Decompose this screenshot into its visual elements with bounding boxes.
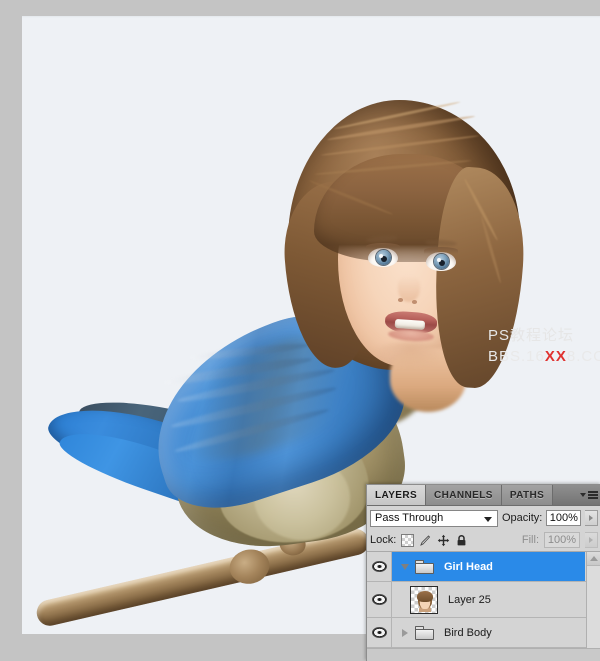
- table-row[interactable]: Layer 25: [367, 582, 600, 618]
- eye-icon: [371, 594, 387, 605]
- artwork-wing-shading: [161, 317, 383, 475]
- lock-all-icon[interactable]: [455, 534, 468, 547]
- watermark-highlight: XX: [544, 348, 567, 365]
- folder-icon: [415, 559, 434, 574]
- layer-visibility-toggle[interactable]: [367, 618, 392, 647]
- lock-image-pixels-icon[interactable]: [419, 534, 432, 547]
- lock-position-icon[interactable]: [437, 534, 450, 547]
- fill-label: Fill:: [521, 534, 539, 546]
- artwork-bird-tail: [41, 392, 261, 508]
- lock-transparent-pixels-icon[interactable]: [401, 533, 415, 547]
- table-row[interactable]: Bird Body: [367, 618, 600, 648]
- triangle-down-icon: [400, 563, 409, 570]
- layer-visibility-toggle[interactable]: [367, 582, 392, 617]
- eye-icon: [371, 627, 387, 638]
- artwork-bird-tail-dark: [76, 392, 250, 458]
- panel-tab-strip: LAYERS CHANNELS PATHS: [367, 485, 600, 506]
- layer-name: Bird Body: [444, 626, 492, 639]
- triangle-up-icon: [590, 556, 598, 561]
- hamburger-icon: [588, 491, 598, 499]
- artwork-bird-tail-secondary: [54, 418, 246, 520]
- folder-icon: [415, 625, 434, 640]
- watermark-suffix: 8.COM: [566, 348, 600, 365]
- opacity-input[interactable]: 100%: [546, 510, 582, 526]
- artwork-bird-neck: [322, 316, 432, 426]
- triangle-right-icon: [401, 628, 408, 637]
- tab-channels[interactable]: CHANNELS: [426, 485, 502, 505]
- triangle-right-icon: [589, 515, 594, 521]
- scroll-up-button[interactable]: [587, 552, 600, 566]
- watermark-prefix: BBS.16: [488, 348, 545, 365]
- artwork-bird-belly: [254, 456, 350, 540]
- panel-footer: [367, 648, 600, 661]
- watermark-line-2: BBS.16XX8.COM: [488, 346, 600, 368]
- fill-input[interactable]: 100%: [544, 532, 580, 548]
- table-row[interactable]: Girl Head: [367, 552, 600, 582]
- blend-mode-select[interactable]: Pass Through: [370, 509, 498, 527]
- artwork-girl-head: [279, 98, 530, 412]
- layer-thumbnail[interactable]: [410, 585, 438, 614]
- triangle-right-icon: [589, 537, 593, 543]
- layers-panel[interactable]: LAYERS CHANNELS PATHS Pass Through Opaci…: [366, 484, 600, 661]
- artwork-bird-breast: [212, 412, 374, 550]
- scrollbar-track[interactable]: [587, 566, 600, 648]
- opacity-label: Opacity:: [502, 512, 543, 524]
- eye-icon: [371, 561, 387, 572]
- artwork-branch: [25, 488, 383, 634]
- watermark-line-1: PS教程论坛: [488, 327, 575, 344]
- layer-visibility-toggle[interactable]: [367, 552, 392, 581]
- fill-slider-button[interactable]: [585, 532, 598, 548]
- lock-label: Lock:: [370, 534, 397, 546]
- layer-name: Layer 25: [448, 593, 491, 606]
- screenshot-root: PS教程论坛 BBS.16XX8.COM LAYERS CHANNELS PAT…: [0, 0, 600, 661]
- layer-list[interactable]: Girl Head Layer 25 Bird Body: [367, 552, 600, 648]
- panel-menu-icon[interactable]: [580, 489, 598, 501]
- tab-paths[interactable]: PATHS: [501, 485, 554, 505]
- opacity-slider-button[interactable]: [585, 510, 598, 526]
- watermark: PS教程论坛 BBS.16XX8.COM: [488, 326, 600, 368]
- tab-layers[interactable]: LAYERS: [367, 485, 427, 505]
- blend-mode-row: Pass Through Opacity: 100%: [367, 506, 600, 529]
- chevron-down-icon: [580, 493, 586, 497]
- layer-list-scrollbar[interactable]: [586, 552, 600, 648]
- chevron-down-icon: [484, 516, 492, 522]
- layer-name: Girl Head: [444, 560, 493, 573]
- lock-row: Lock: Fill: 100%: [367, 529, 600, 552]
- group-disclosure-toggle[interactable]: [398, 628, 411, 637]
- group-disclosure-toggle[interactable]: [398, 563, 411, 570]
- blend-mode-value: Pass Through: [375, 512, 444, 524]
